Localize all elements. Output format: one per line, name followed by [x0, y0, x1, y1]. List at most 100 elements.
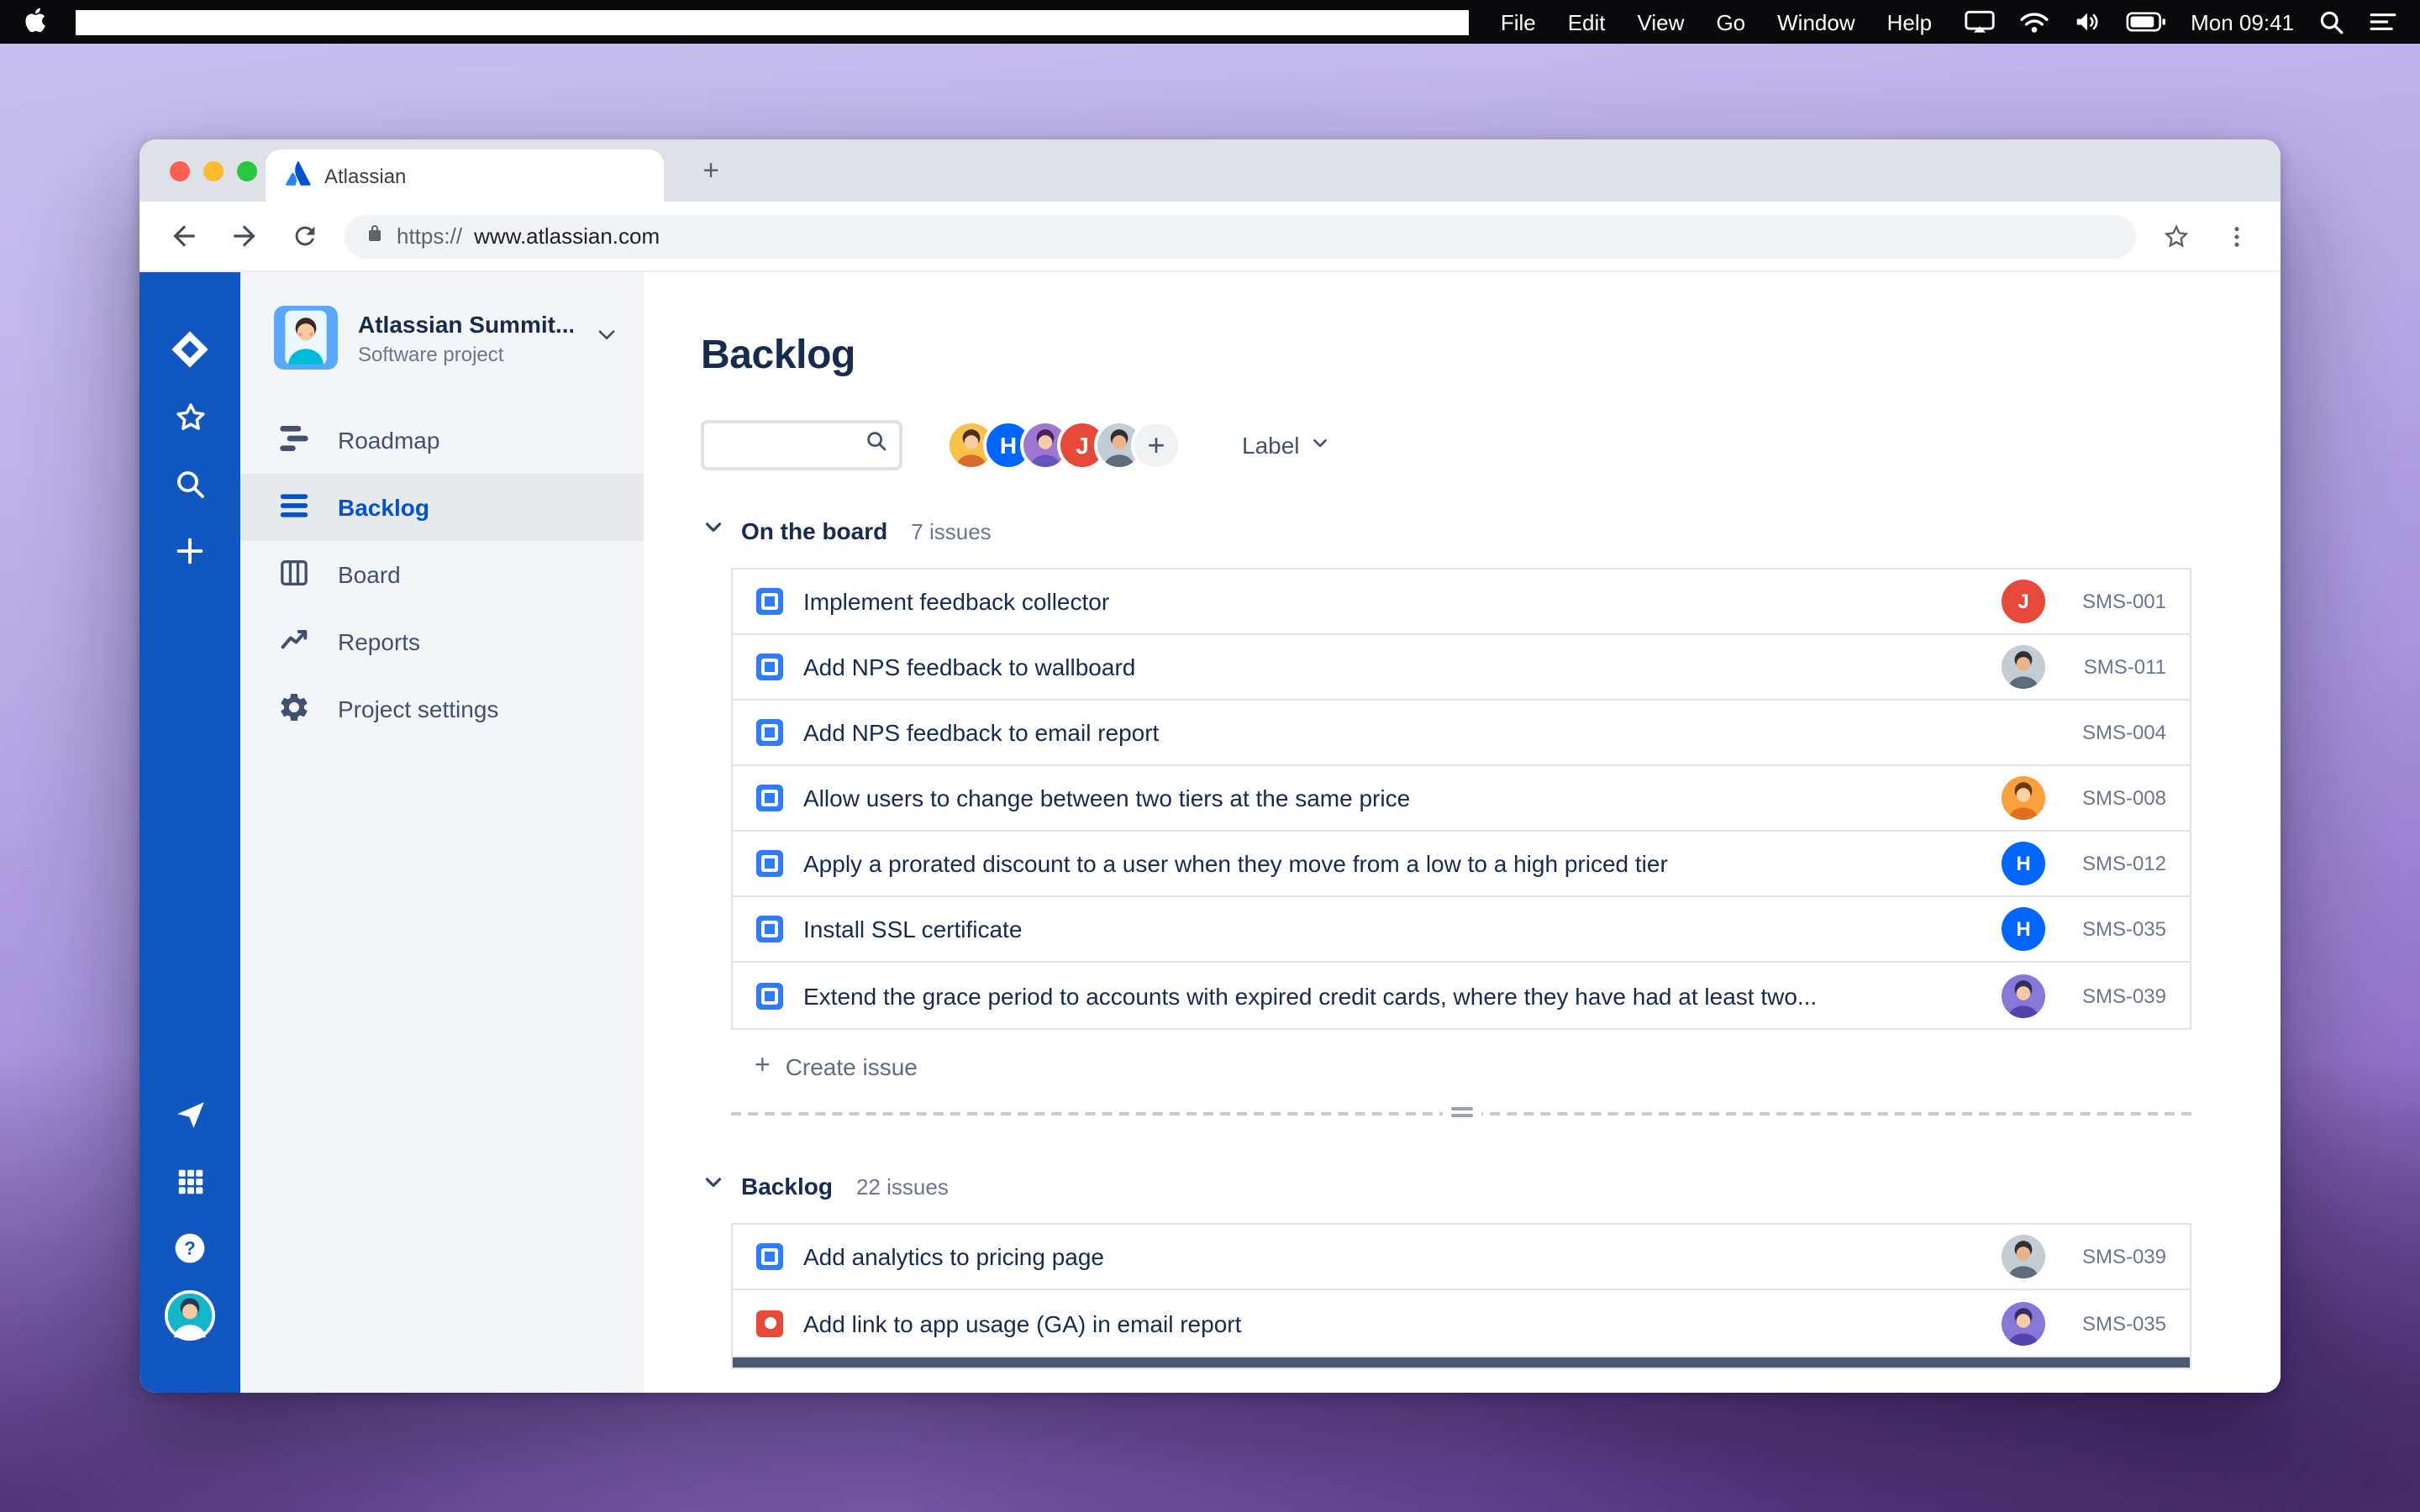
section-chevron-icon	[701, 1169, 726, 1203]
issue-row[interactable]: Add link to app usage (GA) in email repo…	[733, 1290, 2190, 1356]
issue-type-icon	[756, 719, 783, 746]
sidebar-item-label: Backlog	[338, 494, 429, 521]
menubar-help[interactable]: Help	[1887, 9, 1933, 34]
avatar-stack: H J +	[946, 420, 1181, 470]
sidebar-item-roadmap[interactable]: Roadmap	[240, 407, 644, 474]
avatar-face	[2002, 776, 2045, 820]
label-filter-dropdown[interactable]: Label	[1242, 432, 1332, 459]
tab-strip: Atlassian +	[139, 139, 2281, 202]
issue-title: Extend the grace period to accounts with…	[803, 982, 1818, 1009]
issue-key: SMS-008	[2081, 786, 2166, 810]
spotlight-search-icon[interactable]	[2319, 9, 2344, 34]
menubar-edit[interactable]: Edit	[1568, 9, 1606, 34]
close-window-button[interactable]	[170, 161, 190, 181]
address-bar[interactable]: https:// www.atlassian.com	[345, 214, 2136, 258]
section-count-suffix: issues	[886, 1173, 949, 1199]
project-sidebar: Atlassian Summit... Software project Roa…	[240, 272, 644, 1393]
issue-key: SMS-035	[2081, 1311, 2166, 1335]
issue-row[interactable]: Add analytics to pricing page SMS-039	[733, 1225, 2190, 1290]
search-box[interactable]	[701, 420, 902, 470]
browser-tab-atlassian[interactable]: Atlassian	[266, 150, 664, 202]
issue-row[interactable]: Install SSL certificate H SMS-035	[733, 897, 2190, 963]
new-tab-button[interactable]: +	[694, 155, 728, 188]
label-filter-text: Label	[1242, 432, 1300, 459]
reload-button[interactable]	[284, 216, 324, 256]
menubar-clock[interactable]: Mon 09:41	[2191, 9, 2294, 34]
issue-row[interactable]: Add NPS feedback to email report SMS-004	[733, 701, 2190, 766]
divider-drag-handle[interactable]	[1442, 1104, 1481, 1121]
partially-visible-row	[731, 1357, 2191, 1369]
zoom-window-button[interactable]	[237, 161, 257, 181]
sidebar-item-label: Reports	[338, 628, 421, 655]
issue-row[interactable]: Implement feedback collector J SMS-001	[733, 570, 2190, 635]
issue-row[interactable]: Add NPS feedback to wallboard SMS-011	[733, 635, 2190, 701]
menubar-window[interactable]: Window	[1777, 9, 1855, 34]
sidebar-item-label: Project settings	[338, 696, 499, 722]
back-button[interactable]	[163, 216, 203, 256]
issue-list-backlog: Add analytics to pricing page SMS-039 Ad…	[731, 1223, 2191, 1357]
add-person-button[interactable]: +	[1131, 420, 1181, 470]
jira-logo-icon[interactable]	[139, 316, 240, 383]
avatar-face	[2002, 1301, 2045, 1345]
screen-mirroring-icon[interactable]	[1964, 10, 1994, 34]
search-rail-icon[interactable]	[139, 450, 240, 517]
project-switcher[interactable]: Atlassian Summit... Software project	[240, 306, 644, 370]
issue-type-icon	[756, 916, 783, 942]
bookmark-star-icon[interactable]	[2156, 216, 2196, 256]
sidebar-item-reports[interactable]: Reports	[240, 608, 644, 675]
create-rail-icon[interactable]	[139, 517, 240, 585]
assignee-avatar	[2002, 776, 2045, 820]
jira-app: ? Atlassian Summit... Software project R…	[139, 272, 2281, 1393]
assignee-avatar	[2002, 974, 2045, 1017]
filter-bar: H J + Label	[701, 420, 2281, 470]
issue-key: SMS-004	[2081, 721, 2166, 744]
app-rail: ?	[139, 272, 240, 1393]
assignee-avatar	[2002, 711, 2045, 754]
menubar-view[interactable]: View	[1638, 9, 1685, 34]
issue-type-icon	[756, 850, 783, 877]
issue-row[interactable]: Apply a prorated discount to a user when…	[733, 832, 2190, 897]
project-nav: Roadmap Backlog Board Reports Project se…	[240, 407, 644, 743]
tab-title: Atlassian	[324, 164, 407, 187]
profile-avatar[interactable]	[139, 1282, 240, 1349]
menubar-file[interactable]: File	[1501, 9, 1536, 34]
search-input[interactable]	[718, 433, 864, 458]
issue-title: Add analytics to pricing page	[803, 1243, 1104, 1270]
app-switcher-grid-icon[interactable]	[139, 1147, 240, 1215]
assignee-avatar: H	[2002, 842, 2045, 885]
volume-icon[interactable]	[2073, 10, 2100, 34]
apple-menu-icon[interactable]	[24, 6, 47, 38]
releases-ship-icon[interactable]	[139, 1080, 240, 1147]
avatar-initial: H	[2002, 907, 2045, 951]
section-count-suffix: issues	[929, 518, 992, 543]
section-header-on-the-board[interactable]: On the board 7 issues	[701, 514, 2281, 548]
menubar-go[interactable]: Go	[1716, 9, 1745, 34]
issue-key: SMS-012	[2081, 852, 2166, 875]
issue-row[interactable]: Allow users to change between two tiers …	[733, 766, 2190, 832]
wifi-icon[interactable]	[2019, 11, 2048, 33]
section-header-backlog[interactable]: Backlog 22 issues	[701, 1169, 2281, 1203]
sidebar-item-project-settings[interactable]: Project settings	[240, 675, 644, 743]
issue-row[interactable]: Extend the grace period to accounts with…	[733, 963, 2190, 1028]
issue-title: Implement feedback collector	[803, 588, 1110, 615]
minimize-window-button[interactable]	[203, 161, 224, 181]
avatar-face	[2002, 645, 2045, 689]
control-center-icon[interactable]	[2370, 12, 2396, 32]
section-count: 22	[855, 1173, 881, 1199]
page-title: Backlog	[701, 333, 855, 378]
sidebar-item-board[interactable]: Board	[240, 541, 644, 608]
create-issue-button[interactable]: + Create issue	[755, 1052, 2281, 1082]
sidebar-item-backlog[interactable]: Backlog	[240, 474, 644, 541]
forward-button[interactable]	[224, 216, 264, 256]
menubar-app-name[interactable]: Chrome	[76, 9, 1469, 34]
browser-menu-icon[interactable]	[2217, 216, 2257, 256]
battery-icon[interactable]	[2125, 12, 2165, 32]
help-icon[interactable]: ?	[139, 1215, 240, 1282]
issue-type-icon	[756, 654, 783, 680]
issue-key: SMS-011	[2083, 655, 2166, 679]
issue-type-icon	[756, 1243, 783, 1270]
favorites-star-icon[interactable]	[139, 383, 240, 450]
board-icon	[277, 555, 311, 594]
backlog-page: Backlog H J + Label On the board 7 issue…	[644, 272, 2281, 1393]
issue-type-icon	[756, 588, 783, 615]
